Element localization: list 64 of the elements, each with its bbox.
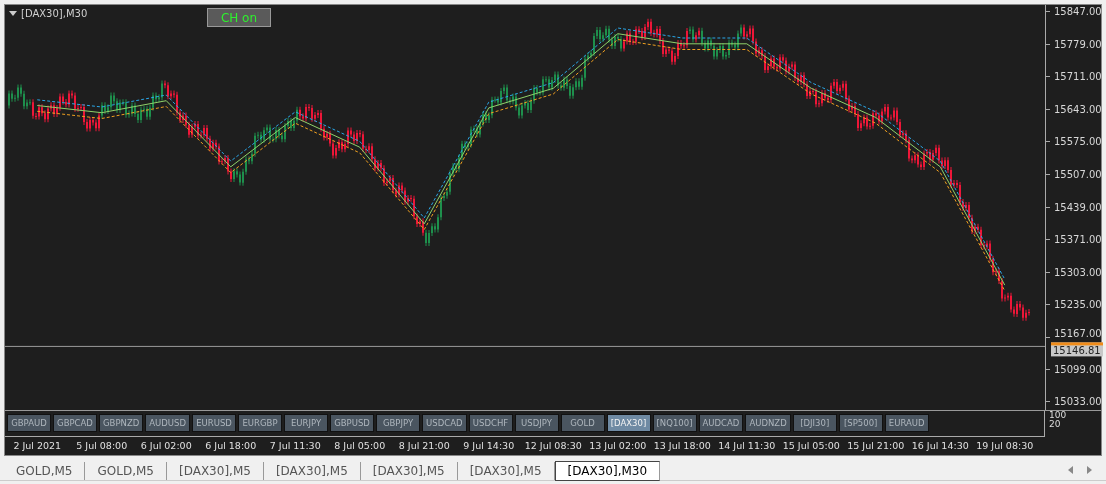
- date-label: 8 Jul 21:00: [398, 439, 450, 451]
- symbol-button[interactable]: AUDCAD: [698, 414, 744, 432]
- symbol-button[interactable]: [SP500]: [838, 414, 883, 432]
- symbol-button[interactable]: USDJPY: [514, 414, 559, 432]
- date-label: 12 Jul 08:30: [524, 439, 582, 451]
- price-label: 15099.00: [1054, 363, 1102, 375]
- symbol-button[interactable]: USDCHF: [468, 414, 513, 432]
- chart-tab[interactable]: GOLD,M5: [85, 462, 167, 480]
- symbol-button[interactable]: GBPNZD: [99, 414, 144, 432]
- symbol-button[interactable]: EURAUD: [884, 414, 929, 432]
- date-label: 9 Jul 14:30: [463, 439, 515, 451]
- date-label: 5 Jul 08:00: [76, 439, 128, 451]
- date-label: 2 Jul 2021: [13, 439, 62, 451]
- last-price-label: 15146.81: [1051, 342, 1103, 357]
- caret-icon[interactable]: [9, 11, 17, 16]
- scale-label: 100: [1049, 411, 1067, 420]
- chart-tab[interactable]: [DAX30],M5: [457, 462, 555, 480]
- date-label: 15 Jul 21:00: [847, 439, 905, 451]
- price-label: 15371.00: [1054, 233, 1102, 245]
- symbol-button[interactable]: [NQ100]: [652, 414, 697, 432]
- symbol-button[interactable]: EURGBP: [238, 414, 283, 432]
- chart-tab[interactable]: [DAX30],M5: [360, 462, 458, 480]
- price-label: 15847.00: [1054, 5, 1102, 17]
- chart-tab[interactable]: [DAX30],M30: [554, 461, 661, 481]
- date-label: 13 Jul 02:00: [589, 439, 647, 451]
- date-label: 7 Jul 11:30: [269, 439, 321, 451]
- symbol-label: [DAX30],M30: [21, 8, 88, 19]
- price-label: 15711.00: [1054, 70, 1102, 82]
- symbol-button[interactable]: [DJI30]: [792, 414, 837, 432]
- symbol-button[interactable]: [DAX30]: [606, 414, 651, 432]
- symbol-button[interactable]: AUDUSD: [145, 414, 191, 432]
- symbol-button[interactable]: EURJPY: [284, 414, 329, 432]
- date-label: 15 Jul 05:00: [782, 439, 840, 451]
- date-label: 6 Jul 18:00: [205, 439, 257, 451]
- price-label: 15439.00: [1054, 201, 1102, 213]
- chart-tab[interactable]: GOLD,M5: [4, 462, 86, 480]
- date-label: 19 Jul 08:30: [976, 439, 1034, 451]
- date-label: 8 Jul 05:00: [334, 439, 386, 451]
- scale-label: 20: [1049, 420, 1062, 429]
- chart-tab[interactable]: [DAX30],M5: [166, 462, 264, 480]
- symbol-button[interactable]: GBPAUD: [7, 414, 51, 432]
- symbol-button[interactable]: GBPUSD: [330, 414, 375, 432]
- symbol-button[interactable]: GBPJPY: [376, 414, 421, 432]
- chart-tab[interactable]: [DAX30],M5: [263, 462, 361, 480]
- symbol-button[interactable]: GBPCAD: [53, 414, 97, 432]
- date-label: 16 Jul 14:30: [911, 439, 969, 451]
- symbol-button[interactable]: GOLD: [560, 414, 605, 432]
- price-label: 15235.00: [1054, 298, 1102, 310]
- scroll-right-icon[interactable]: [1087, 466, 1092, 474]
- price-label: 15507.00: [1054, 168, 1102, 180]
- date-label: 6 Jul 02:00: [140, 439, 192, 451]
- symbol-button[interactable]: AUDNZD: [745, 414, 791, 432]
- scroll-left-icon[interactable]: [1068, 466, 1073, 474]
- symbol-button[interactable]: USDCAD: [422, 414, 467, 432]
- price-label: 15167.00: [1054, 327, 1102, 339]
- date-label: 14 Jul 11:30: [718, 439, 776, 451]
- price-label: 15033.00: [1054, 395, 1102, 407]
- ch-toggle-button[interactable]: CH on: [207, 8, 271, 27]
- date-label: 13 Jul 18:00: [653, 439, 711, 451]
- price-label: 15643.00: [1054, 103, 1102, 115]
- symbol-button[interactable]: EURUSD: [192, 414, 237, 432]
- price-label: 15779.00: [1054, 38, 1102, 50]
- price-label: 15575.00: [1054, 135, 1102, 147]
- price-label: 15303.00: [1054, 266, 1102, 278]
